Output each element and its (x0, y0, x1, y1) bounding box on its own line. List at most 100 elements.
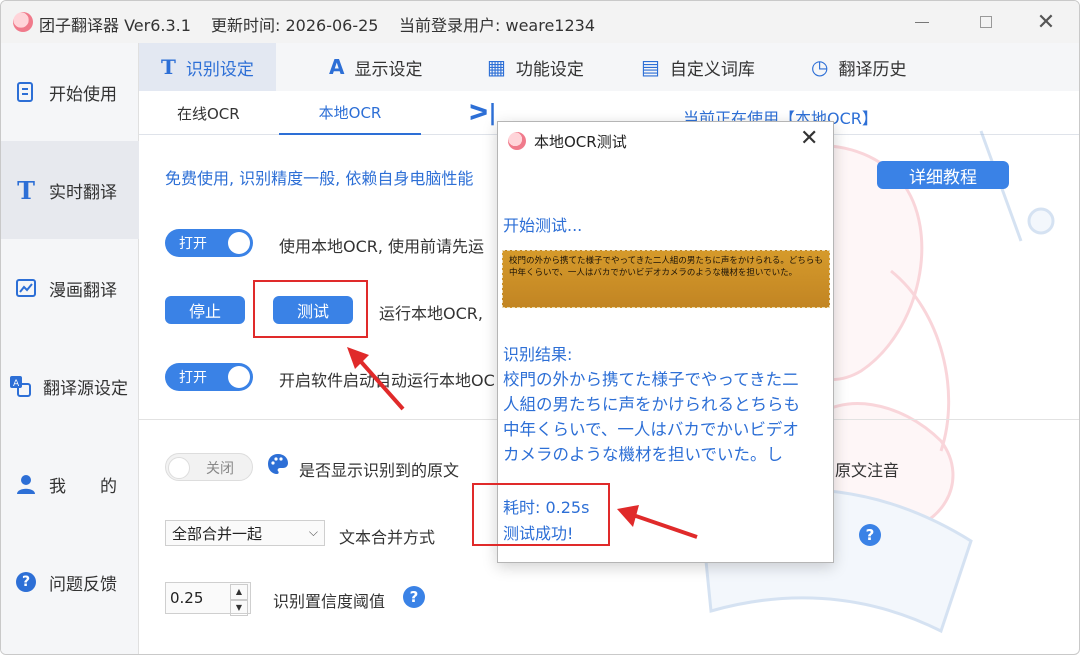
sidebar-item-label: 开始使用 (49, 84, 117, 105)
tab-label: 在线OCR (177, 104, 240, 123)
maximize-icon (980, 16, 992, 28)
tab-label: 自定义词库 (669, 59, 755, 80)
confidence-label: 识别置信度阈值 (273, 592, 386, 611)
dialog-title: 本地OCR测试 (534, 133, 627, 151)
sidebar-item-feedback[interactable]: ? 问题反馈 (1, 533, 139, 631)
spin-up-icon[interactable]: ▲ (230, 584, 248, 600)
select-value: 全部合并一起 (172, 524, 263, 543)
toggle-knob (168, 457, 190, 479)
result-line: 校門の外から携てた様子でやってきた二 (503, 370, 799, 389)
sidebar-item-label: 问题反馈 (49, 574, 117, 595)
tab-history[interactable]: ◷ 翻译历史 (811, 43, 906, 91)
toggle-label: 关闭 (206, 461, 234, 477)
spin-value: 0.25 (170, 589, 204, 607)
tab-recognition[interactable]: T 识别设定 (139, 43, 276, 91)
tab-label: 显示设定 (354, 59, 423, 80)
title-bar: 团子翻译器 Ver6.3.1 更新时间: 2026-06-25 当前登录用户: … (1, 1, 1079, 43)
stop-button[interactable]: 停止 (165, 296, 245, 324)
tab-label: 翻译历史 (838, 59, 907, 80)
sidebar: 开始使用 T 实时翻译 漫画翻译 A 翻译源设定 我 的 ? 问题反馈 (1, 43, 139, 654)
app-title: 团子翻译器 Ver6.3.1 (39, 16, 191, 35)
confidence-spinbox[interactable]: 0.25 ▲ ▼ (165, 582, 251, 616)
grid-icon: ▦ (487, 55, 506, 79)
run-local-ocr-label: 运行本地OCR, (379, 304, 483, 323)
use-local-ocr-toggle[interactable]: 打开 (165, 229, 253, 257)
tab-online-ocr[interactable]: 在线OCR (177, 91, 240, 135)
text-icon: T (161, 55, 176, 79)
tab-label: 功能设定 (515, 59, 584, 80)
dialog-close-button[interactable]: ✕ (800, 126, 818, 151)
top-tab-bar: T 识别设定 A 显示设定 ▦ 功能设定 ▤ 自定义词库 ◷ 翻译历史 (139, 43, 1079, 91)
sidebar-item-realtime[interactable]: T 实时翻译 (1, 141, 139, 239)
sidebar-item-source[interactable]: A 翻译源设定 (1, 337, 139, 435)
toggle-label: 打开 (179, 370, 207, 386)
sidebar-item-manga[interactable]: 漫画翻译 (1, 239, 139, 337)
close-icon: ✕ (1036, 9, 1056, 35)
help-circle-icon: ? (13, 569, 39, 595)
tab-local-ocr[interactable]: 本地OCR (279, 91, 421, 135)
tab-display[interactable]: A 显示设定 (329, 43, 422, 91)
local-ocr-description: 免费使用, 识别精度一般, 依赖自身电脑性能 (165, 169, 474, 188)
sidebar-item-label: 实时翻译 (49, 182, 117, 203)
image-icon (13, 275, 39, 301)
sidebar-item-label: 漫画翻译 (49, 280, 117, 301)
test-button[interactable]: 测试 (273, 296, 353, 324)
clock-icon: ◷ (811, 55, 829, 79)
document-icon (13, 79, 39, 105)
help-icon[interactable]: ? (403, 586, 425, 608)
spin-down-icon[interactable]: ▼ (230, 600, 248, 616)
sidebar-item-label: 我 的 (49, 476, 117, 497)
result-line: 人組の男たちに声をかけられるとちらも (503, 395, 800, 414)
minimize-button[interactable] (899, 7, 945, 37)
auto-run-toggle[interactable]: 打开 (165, 363, 253, 391)
login-user: 当前登录用户: weare1234 (399, 16, 596, 35)
sidebar-item-start[interactable]: 开始使用 (1, 43, 139, 141)
auto-run-label: 开启软件启动自动运行本地OC (279, 371, 495, 390)
sidebar-item-mine[interactable]: 我 的 (1, 435, 139, 533)
collapse-icon[interactable]: ᐳ| (469, 101, 497, 126)
start-test-text: 开始测试... (503, 216, 583, 235)
app-logo-icon (13, 12, 33, 32)
image-text-line: 校門の外から携てた様子でやってきた二人組の男たちに声をかけられる。どちらも (509, 256, 823, 266)
dialog-title-bar: 本地OCR测试 ✕ (498, 122, 833, 160)
help-icon[interactable]: ? (859, 524, 881, 546)
close-button[interactable]: ✕ (1023, 7, 1069, 37)
minimize-icon (915, 21, 929, 23)
result-line: 中年くらいで、一人はバカでかいビデオ (503, 420, 799, 439)
tab-function[interactable]: ▦ 功能设定 (487, 43, 584, 91)
app-logo-icon (508, 132, 526, 150)
spin-arrows[interactable]: ▲ ▼ (230, 584, 248, 616)
text-icon: T (17, 175, 35, 205)
update-time: 更新时间: 2026-06-25 (211, 16, 379, 35)
elapsed-time: 耗时: 0.25s (503, 498, 590, 517)
original-phonetic-label: 原文注音 (835, 461, 900, 480)
test-success-text: 测试成功! (503, 524, 574, 543)
use-local-ocr-label: 使用本地OCR, 使用前请先运 (279, 237, 485, 256)
show-original-toggle[interactable]: 关闭 (165, 453, 253, 481)
show-original-label: 是否显示识别到的原文 (299, 461, 460, 480)
tutorial-button[interactable]: 详细教程 (877, 161, 1009, 189)
maximize-button[interactable] (963, 7, 1009, 37)
sidebar-item-label: 翻译源设定 (43, 378, 128, 399)
chevron-down-icon: ⌵ (308, 525, 318, 539)
ocr-sample-image: 校門の外から携てた様子でやってきた二人組の男たちに声をかけられる。どちらも 中年… (502, 250, 830, 308)
ocr-result-text: 校門の外から携てた様子でやってきた二 人組の男たちに声をかけられるとちらも 中年… (503, 367, 829, 467)
tab-dictionary[interactable]: ▤ 自定义词库 (641, 43, 755, 91)
toggle-knob (228, 366, 250, 388)
local-ocr-test-dialog: 本地OCR测试 ✕ 开始测试... 校門の外から携てた様子でやってきた二人組の男… (472, 121, 834, 563)
tab-label: 本地OCR (318, 103, 382, 122)
merge-mode-label: 文本合并方式 (339, 528, 436, 547)
translate-icon: A (7, 373, 33, 399)
result-label: 识别结果: (503, 345, 573, 364)
merge-mode-select[interactable]: 全部合并一起 ⌵ (165, 520, 325, 546)
toggle-knob (228, 232, 250, 254)
user-icon (13, 471, 39, 497)
tab-label: 识别设定 (185, 59, 254, 80)
book-icon: ▤ (641, 55, 660, 79)
font-icon: A (329, 55, 345, 79)
toggle-label: 打开 (179, 236, 207, 252)
palette-icon (267, 453, 289, 480)
svg-text:A: A (13, 379, 20, 389)
result-line: カメラのような機材を担いでいた。し (503, 445, 784, 464)
app-window: 团子翻译器 Ver6.3.1 更新时间: 2026-06-25 当前登录用户: … (0, 0, 1080, 655)
